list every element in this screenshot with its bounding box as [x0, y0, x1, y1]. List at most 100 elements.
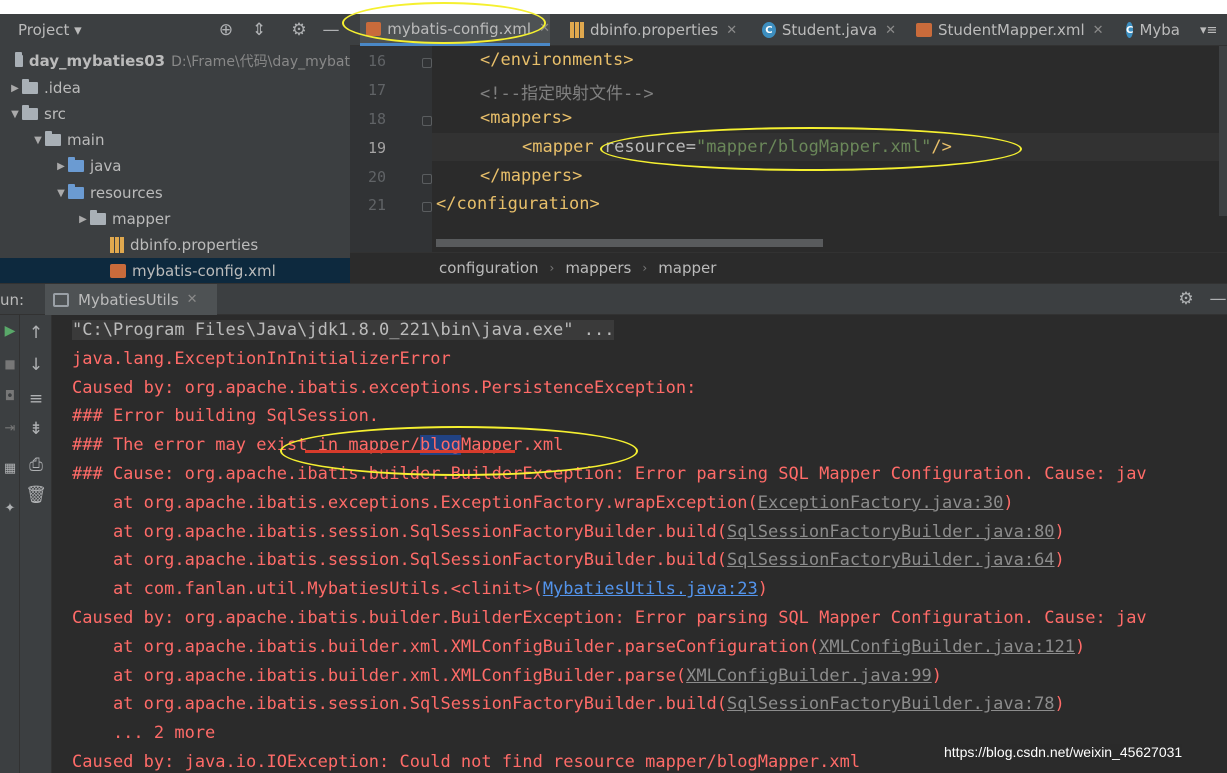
breadcrumb-separator-icon: › — [549, 260, 555, 275]
close-icon[interactable]: ✕ — [885, 23, 896, 38]
run-label: un: — [0, 291, 25, 309]
tab-label: Myba — [1139, 21, 1180, 39]
trash-icon[interactable]: 🗑 — [20, 485, 52, 505]
console-text: ### Error building SqlSession. — [72, 406, 380, 427]
xml-text: </configuration> — [436, 194, 600, 214]
tab-student-java[interactable]: C Student.java ✕ — [756, 14, 896, 46]
console-line: ### Error building SqlSession. — [72, 406, 379, 426]
down-arrow-icon[interactable]: ↓ — [20, 355, 52, 375]
tree-item-dbinfo-properties[interactable]: dbinfo.properties — [0, 232, 350, 258]
stacktrace-link[interactable]: XMLConfigBuilder.java:121 — [819, 637, 1075, 657]
close-icon[interactable]: ✕ — [539, 21, 550, 36]
tab-studentmapper-xml[interactable]: StudentMapper.xml ✕ — [910, 14, 1106, 46]
console-line: Caused by: org.apache.ibatis.builder.Bui… — [72, 608, 1147, 628]
scroll-to-end-icon[interactable]: ⇟ — [20, 419, 52, 439]
run-left-strip: ▶ ■ ◘ ⇥ ▦ ✦ — [0, 315, 20, 773]
tree-item-src[interactable]: ▼ src — [0, 101, 350, 127]
pin-icon[interactable]: ✦ — [0, 501, 20, 516]
console-line: at org.apache.ibatis.builder.xml.XMLConf… — [72, 637, 1085, 657]
tab-myba[interactable]: C Myba — [1120, 14, 1180, 46]
soft-wrap-icon[interactable]: ≡ — [20, 389, 52, 409]
gear-icon[interactable]: ⚙ — [288, 19, 310, 41]
stacktrace-link[interactable]: SqlSessionFactoryBuilder.java:78 — [727, 694, 1055, 714]
exit-icon[interactable]: ⇥ — [0, 421, 20, 436]
breadcrumb-separator-icon: › — [642, 260, 648, 275]
locate-icon[interactable]: ⊕ — [215, 19, 237, 41]
console-output[interactable]: "C:\Program Files\Java\jdk1.8.0_221\bin\… — [52, 315, 1227, 773]
close-icon[interactable]: ✕ — [1093, 23, 1104, 38]
fold-marker-icon[interactable] — [422, 174, 432, 184]
stop-icon[interactable]: ■ — [0, 357, 20, 371]
expand-arrow-icon[interactable]: ▶ — [76, 214, 90, 225]
collapse-arrow-icon[interactable]: ▼ — [8, 109, 22, 120]
line-number: 16 — [367, 52, 386, 70]
tree-item-java[interactable]: ▶ java — [0, 153, 350, 179]
folder-icon — [22, 105, 38, 120]
layout-icon[interactable]: ▦ — [0, 461, 20, 476]
editor-gutter: 16 17 18 19 20 21 — [350, 46, 432, 252]
tab-label: mybatis-config.xml — [387, 19, 532, 38]
stacktrace-link[interactable]: ExceptionFactory.java:30 — [758, 493, 1004, 513]
tree-item-day-mybaties03[interactable]: day_mybaties03 D:\Frame\代码\day_mybat — [0, 48, 350, 74]
tree-item-mybatis-config-xml[interactable]: mybatis-config.xml — [0, 258, 350, 284]
console-text: ) — [1054, 550, 1065, 571]
horizontal-scrollbar[interactable] — [436, 239, 823, 247]
xml-file-icon — [916, 23, 932, 37]
tree-item-resources[interactable]: ▼ resources — [0, 180, 350, 206]
tree-item-label: dbinfo.properties — [130, 236, 259, 254]
close-icon[interactable]: ✕ — [726, 23, 737, 38]
collapse-arrow-icon[interactable]: ▼ — [54, 188, 68, 199]
console-line: Caused by: java.io.IOException: Could no… — [72, 752, 860, 772]
breadcrumb-item[interactable]: mappers — [565, 259, 631, 277]
console-line: ... 2 more — [72, 723, 215, 743]
rerun-icon[interactable]: ▶ — [0, 323, 20, 339]
up-arrow-icon[interactable]: ↑ — [20, 323, 52, 343]
hide-icon[interactable]: — — [320, 19, 342, 41]
fold-marker-icon[interactable] — [422, 202, 432, 212]
console-line: "C:\Program Files\Java\jdk1.8.0_221\bin\… — [72, 320, 615, 340]
collapse-all-icon[interactable]: ⇕ — [248, 19, 270, 41]
console-line: Caused by: org.apache.ibatis.exceptions.… — [72, 378, 707, 398]
editor-tab-bar: mybatis-config.xml ✕ dbinfo.properties ✕ C St… — [350, 14, 1227, 46]
tree-item-main[interactable]: ▼ main — [0, 127, 350, 153]
stacktrace-link[interactable]: MybatiesUtils.java:23 — [543, 579, 758, 599]
properties-file-icon — [110, 237, 124, 253]
xml-file-icon — [110, 264, 126, 278]
run-tab[interactable]: MybatiesUtils ✕ — [45, 284, 217, 315]
xml-text: <!--指定映射文件--> — [480, 84, 654, 104]
tree-item--idea[interactable]: ▶ .idea — [0, 75, 350, 101]
stacktrace-link[interactable]: XMLConfigBuilder.java:99 — [686, 666, 932, 686]
collapse-arrow-icon[interactable]: ▼ — [31, 135, 45, 146]
breadcrumb-item[interactable]: mapper — [658, 259, 716, 277]
code-line: </mappers> — [480, 166, 582, 186]
expand-arrow-icon[interactable]: ▶ — [54, 161, 68, 172]
console-text: ) — [1003, 492, 1014, 513]
vertical-scrollbar[interactable] — [1219, 46, 1227, 216]
project-view-selector[interactable]: Project ▾ — [18, 21, 82, 39]
fold-marker-icon[interactable] — [422, 58, 432, 68]
console-text: at org.apache.ibatis.session.SqlSessionF… — [72, 694, 728, 715]
line-number: 21 — [367, 196, 386, 214]
tab-overflow-icon[interactable]: ▾≡ — [1200, 14, 1217, 46]
fold-marker-icon[interactable] — [422, 116, 432, 126]
console-line: at org.apache.ibatis.session.SqlSessionF… — [72, 694, 1065, 714]
close-icon[interactable]: ✕ — [187, 292, 198, 307]
print-icon[interactable]: ⎙ — [20, 455, 52, 475]
tab-dbinfo-properties[interactable]: dbinfo.properties ✕ — [564, 14, 744, 46]
gear-icon[interactable]: ⚙ — [1175, 288, 1197, 310]
java-class-icon: C — [762, 22, 776, 38]
console-text: ### Cause: org.apache.ibatis.builder.Bui… — [72, 464, 1147, 484]
console-line: at com.fanlan.util.MybatiesUtils.<clinit… — [72, 579, 768, 599]
tree-item-mapper[interactable]: ▶ mapper — [0, 206, 350, 232]
console-text: at org.apache.ibatis.session.SqlSessionF… — [72, 550, 728, 571]
expand-arrow-icon[interactable]: ▶ — [8, 83, 22, 94]
breadcrumb-item[interactable]: configuration — [439, 259, 539, 277]
camera-icon[interactable]: ◘ — [0, 389, 20, 404]
code-editor[interactable]: 16 17 18 19 20 21 </environments> <!--指定映射文件--… — [350, 46, 1227, 252]
stacktrace-link[interactable]: SqlSessionFactoryBuilder.java:80 — [727, 522, 1055, 542]
hide-icon[interactable]: — — [1207, 288, 1227, 310]
tree-item-label: java — [90, 157, 122, 175]
tab-mybatis-config-xml[interactable]: mybatis-config.xml ✕ — [360, 14, 550, 46]
console-text: Caused by: java.io.IOException: Could no… — [72, 752, 861, 772]
stacktrace-link[interactable]: SqlSessionFactoryBuilder.java:64 — [727, 550, 1055, 570]
